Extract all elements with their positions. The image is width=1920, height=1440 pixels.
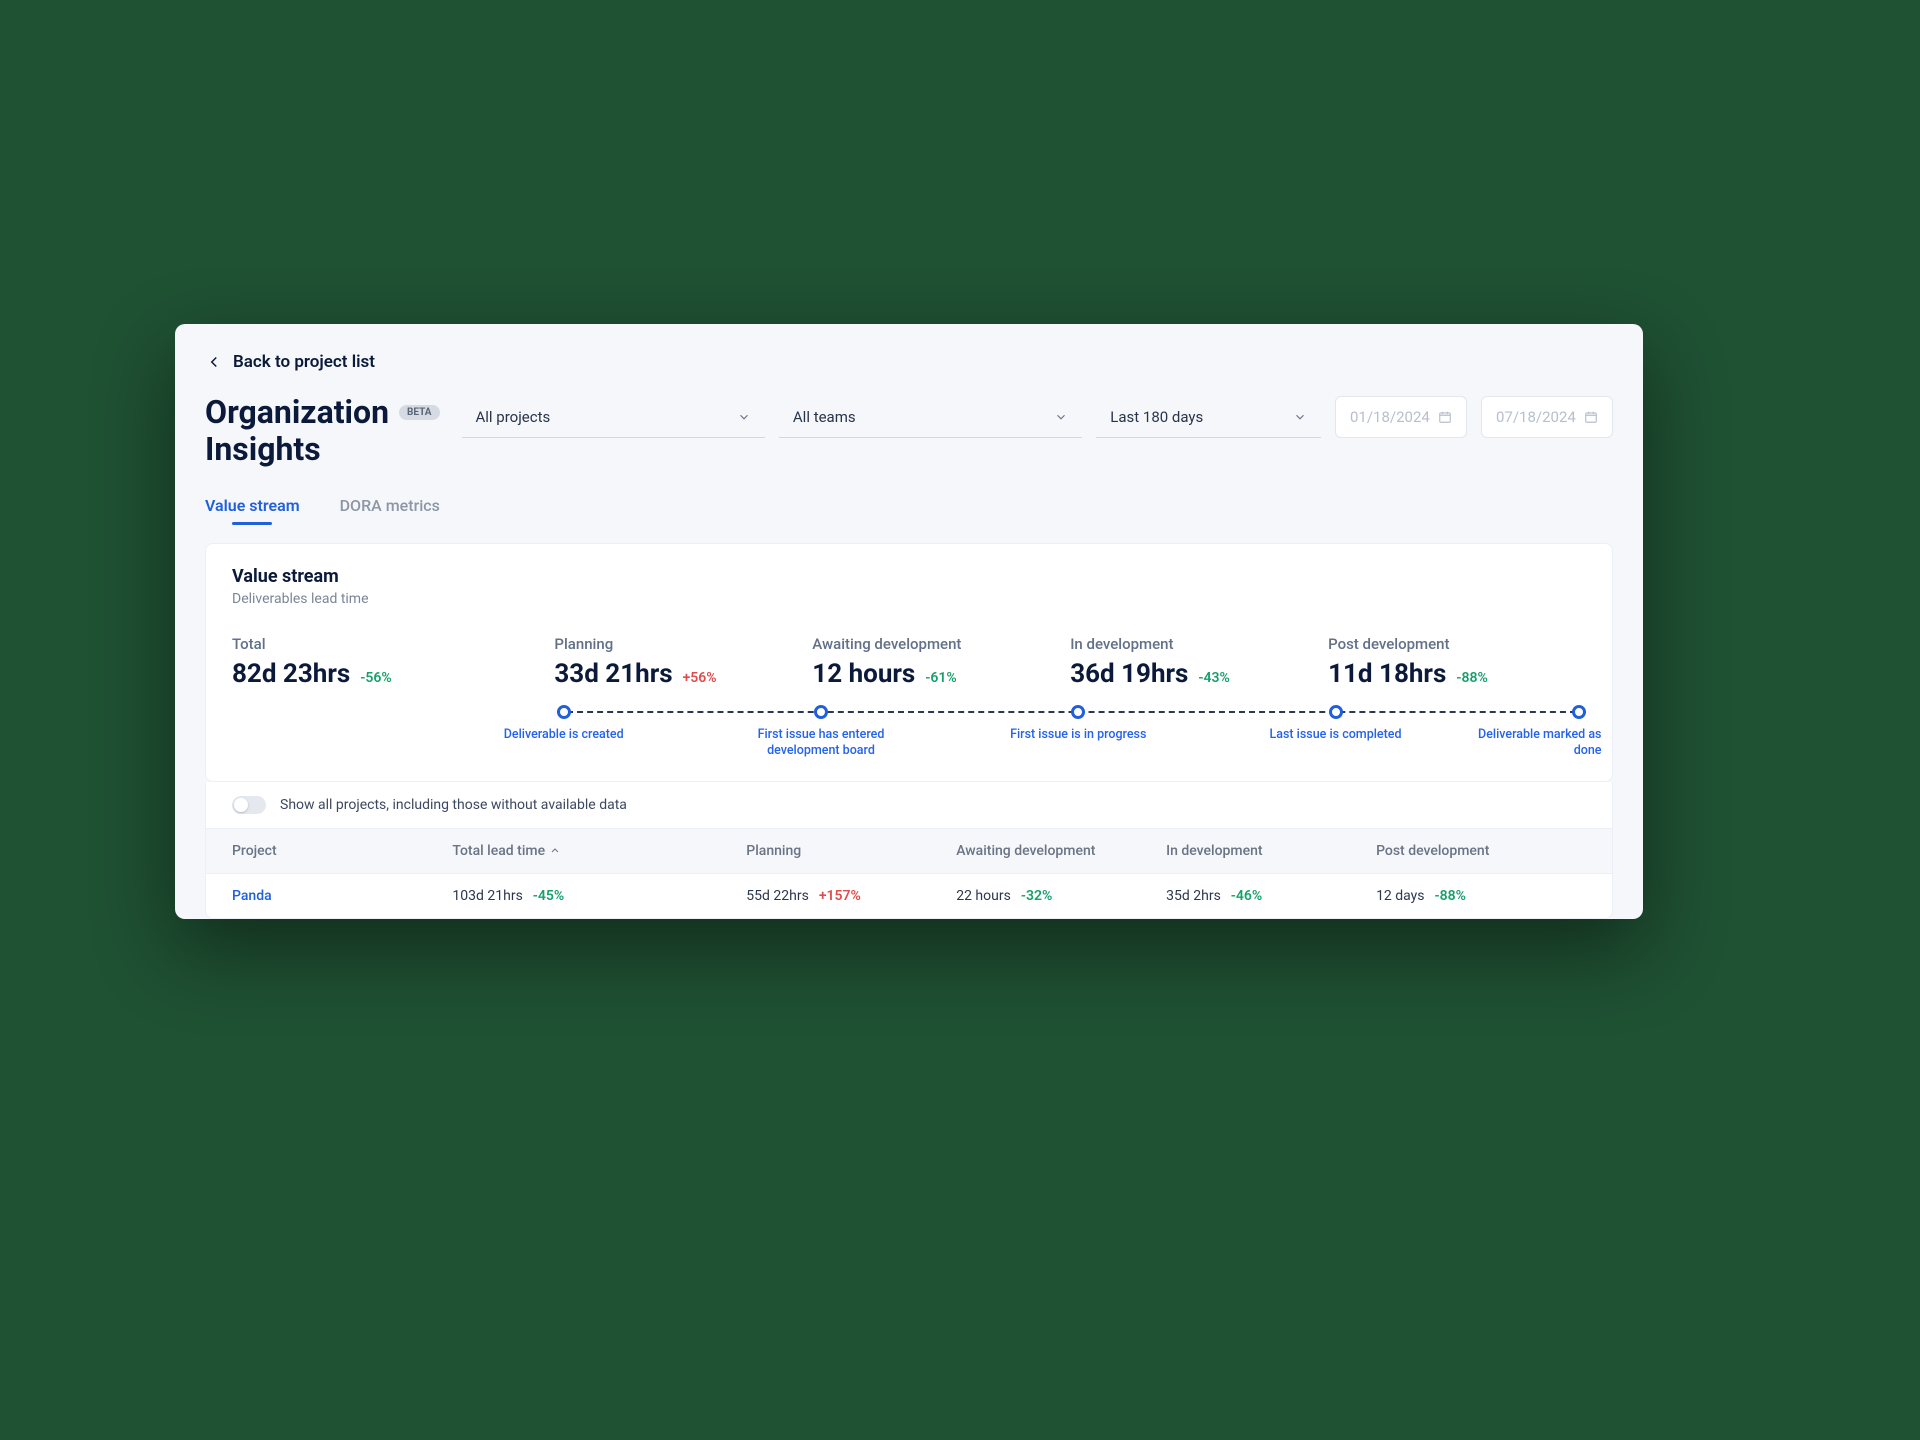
- page-title-line1: Organization: [205, 394, 389, 431]
- th-awaiting: Awaiting development: [956, 843, 1166, 859]
- projects-select-value: All projects: [476, 408, 551, 426]
- beta-badge: BETA: [399, 405, 440, 421]
- date-to-value: 07/18/2024: [1496, 408, 1576, 426]
- sort-asc-icon: [549, 845, 561, 857]
- arrow-left-icon: [205, 353, 223, 371]
- tab-value-stream[interactable]: Value stream: [205, 496, 300, 525]
- card-subtitle: Deliverables lead time: [232, 591, 1586, 607]
- show-all-projects-toggle[interactable]: [232, 796, 266, 814]
- projects-select[interactable]: All projects: [462, 396, 765, 438]
- stages-row: Total 82d 23hrs-56% Planning 33d 21hrs+5…: [232, 635, 1586, 689]
- date-from-input: 01/18/2024: [1335, 396, 1467, 438]
- chevron-down-icon: [1054, 410, 1068, 424]
- period-select[interactable]: Last 180 days: [1096, 396, 1321, 438]
- table-row: Panda 103d 21hrs-45% 55d 22hrs+157% 22 h…: [205, 874, 1613, 919]
- page-title-line2: Insights: [205, 431, 321, 468]
- th-total[interactable]: Total lead time: [452, 843, 746, 859]
- project-link[interactable]: Panda: [232, 888, 272, 904]
- timeline-node-4: [1329, 705, 1343, 719]
- header-row: Organization BETA Insights All projects …: [205, 394, 1613, 468]
- card-title: Value stream: [232, 566, 1586, 587]
- period-select-value: Last 180 days: [1110, 408, 1203, 426]
- calendar-icon: [1584, 410, 1598, 424]
- stage-postdev: Post development 11d 18hrs-88%: [1328, 635, 1586, 689]
- back-label: Back to project list: [233, 352, 375, 372]
- teams-select-value: All teams: [793, 408, 856, 426]
- chevron-down-icon: [737, 410, 751, 424]
- timeline-node-1: [557, 705, 571, 719]
- timeline-label-5: Deliverable marked as done: [1452, 727, 1602, 760]
- th-postdev: Post development: [1376, 843, 1586, 859]
- timeline-node-2: [814, 705, 828, 719]
- timeline-node-5: [1572, 705, 1586, 719]
- th-planning: Planning: [746, 843, 956, 859]
- toggle-row: Show all projects, including those witho…: [205, 782, 1613, 829]
- timeline-node-3: [1071, 705, 1085, 719]
- teams-select[interactable]: All teams: [779, 396, 1082, 438]
- date-to-input: 07/18/2024: [1481, 396, 1613, 438]
- back-to-projects-link[interactable]: Back to project list: [205, 352, 1613, 372]
- th-project: Project: [232, 843, 452, 859]
- timeline-label-2: First issue has entered development boar…: [726, 727, 916, 760]
- filter-bar: All projects All teams Last 180 days 01/…: [462, 394, 1614, 438]
- app-window: Back to project list Organization BETA I…: [175, 324, 1643, 919]
- page-title: Organization BETA Insights: [205, 394, 440, 468]
- timeline-label-1: Deliverable is created: [469, 727, 659, 743]
- th-indev: In development: [1166, 843, 1376, 859]
- calendar-icon: [1438, 410, 1452, 424]
- timeline-label-3: First issue is in progress: [983, 727, 1173, 743]
- stage-planning: Planning 33d 21hrs+56%: [554, 635, 812, 689]
- table-header: Project Total lead time Planning Awaitin…: [205, 829, 1613, 874]
- timeline: Deliverable is created First issue has e…: [232, 703, 1586, 759]
- date-from-value: 01/18/2024: [1350, 408, 1430, 426]
- stage-indev: In development 36d 19hrs-43%: [1070, 635, 1328, 689]
- tab-bar: Value stream DORA metrics: [205, 496, 1613, 525]
- toggle-label: Show all projects, including those witho…: [280, 797, 627, 813]
- value-stream-card: Value stream Deliverables lead time Tota…: [205, 543, 1613, 782]
- tab-dora-metrics[interactable]: DORA metrics: [340, 496, 440, 525]
- timeline-label-4: Last issue is completed: [1241, 727, 1431, 743]
- stage-awaiting: Awaiting development 12 hours-61%: [812, 635, 1070, 689]
- chevron-down-icon: [1293, 410, 1307, 424]
- stage-total: Total 82d 23hrs-56%: [232, 635, 554, 689]
